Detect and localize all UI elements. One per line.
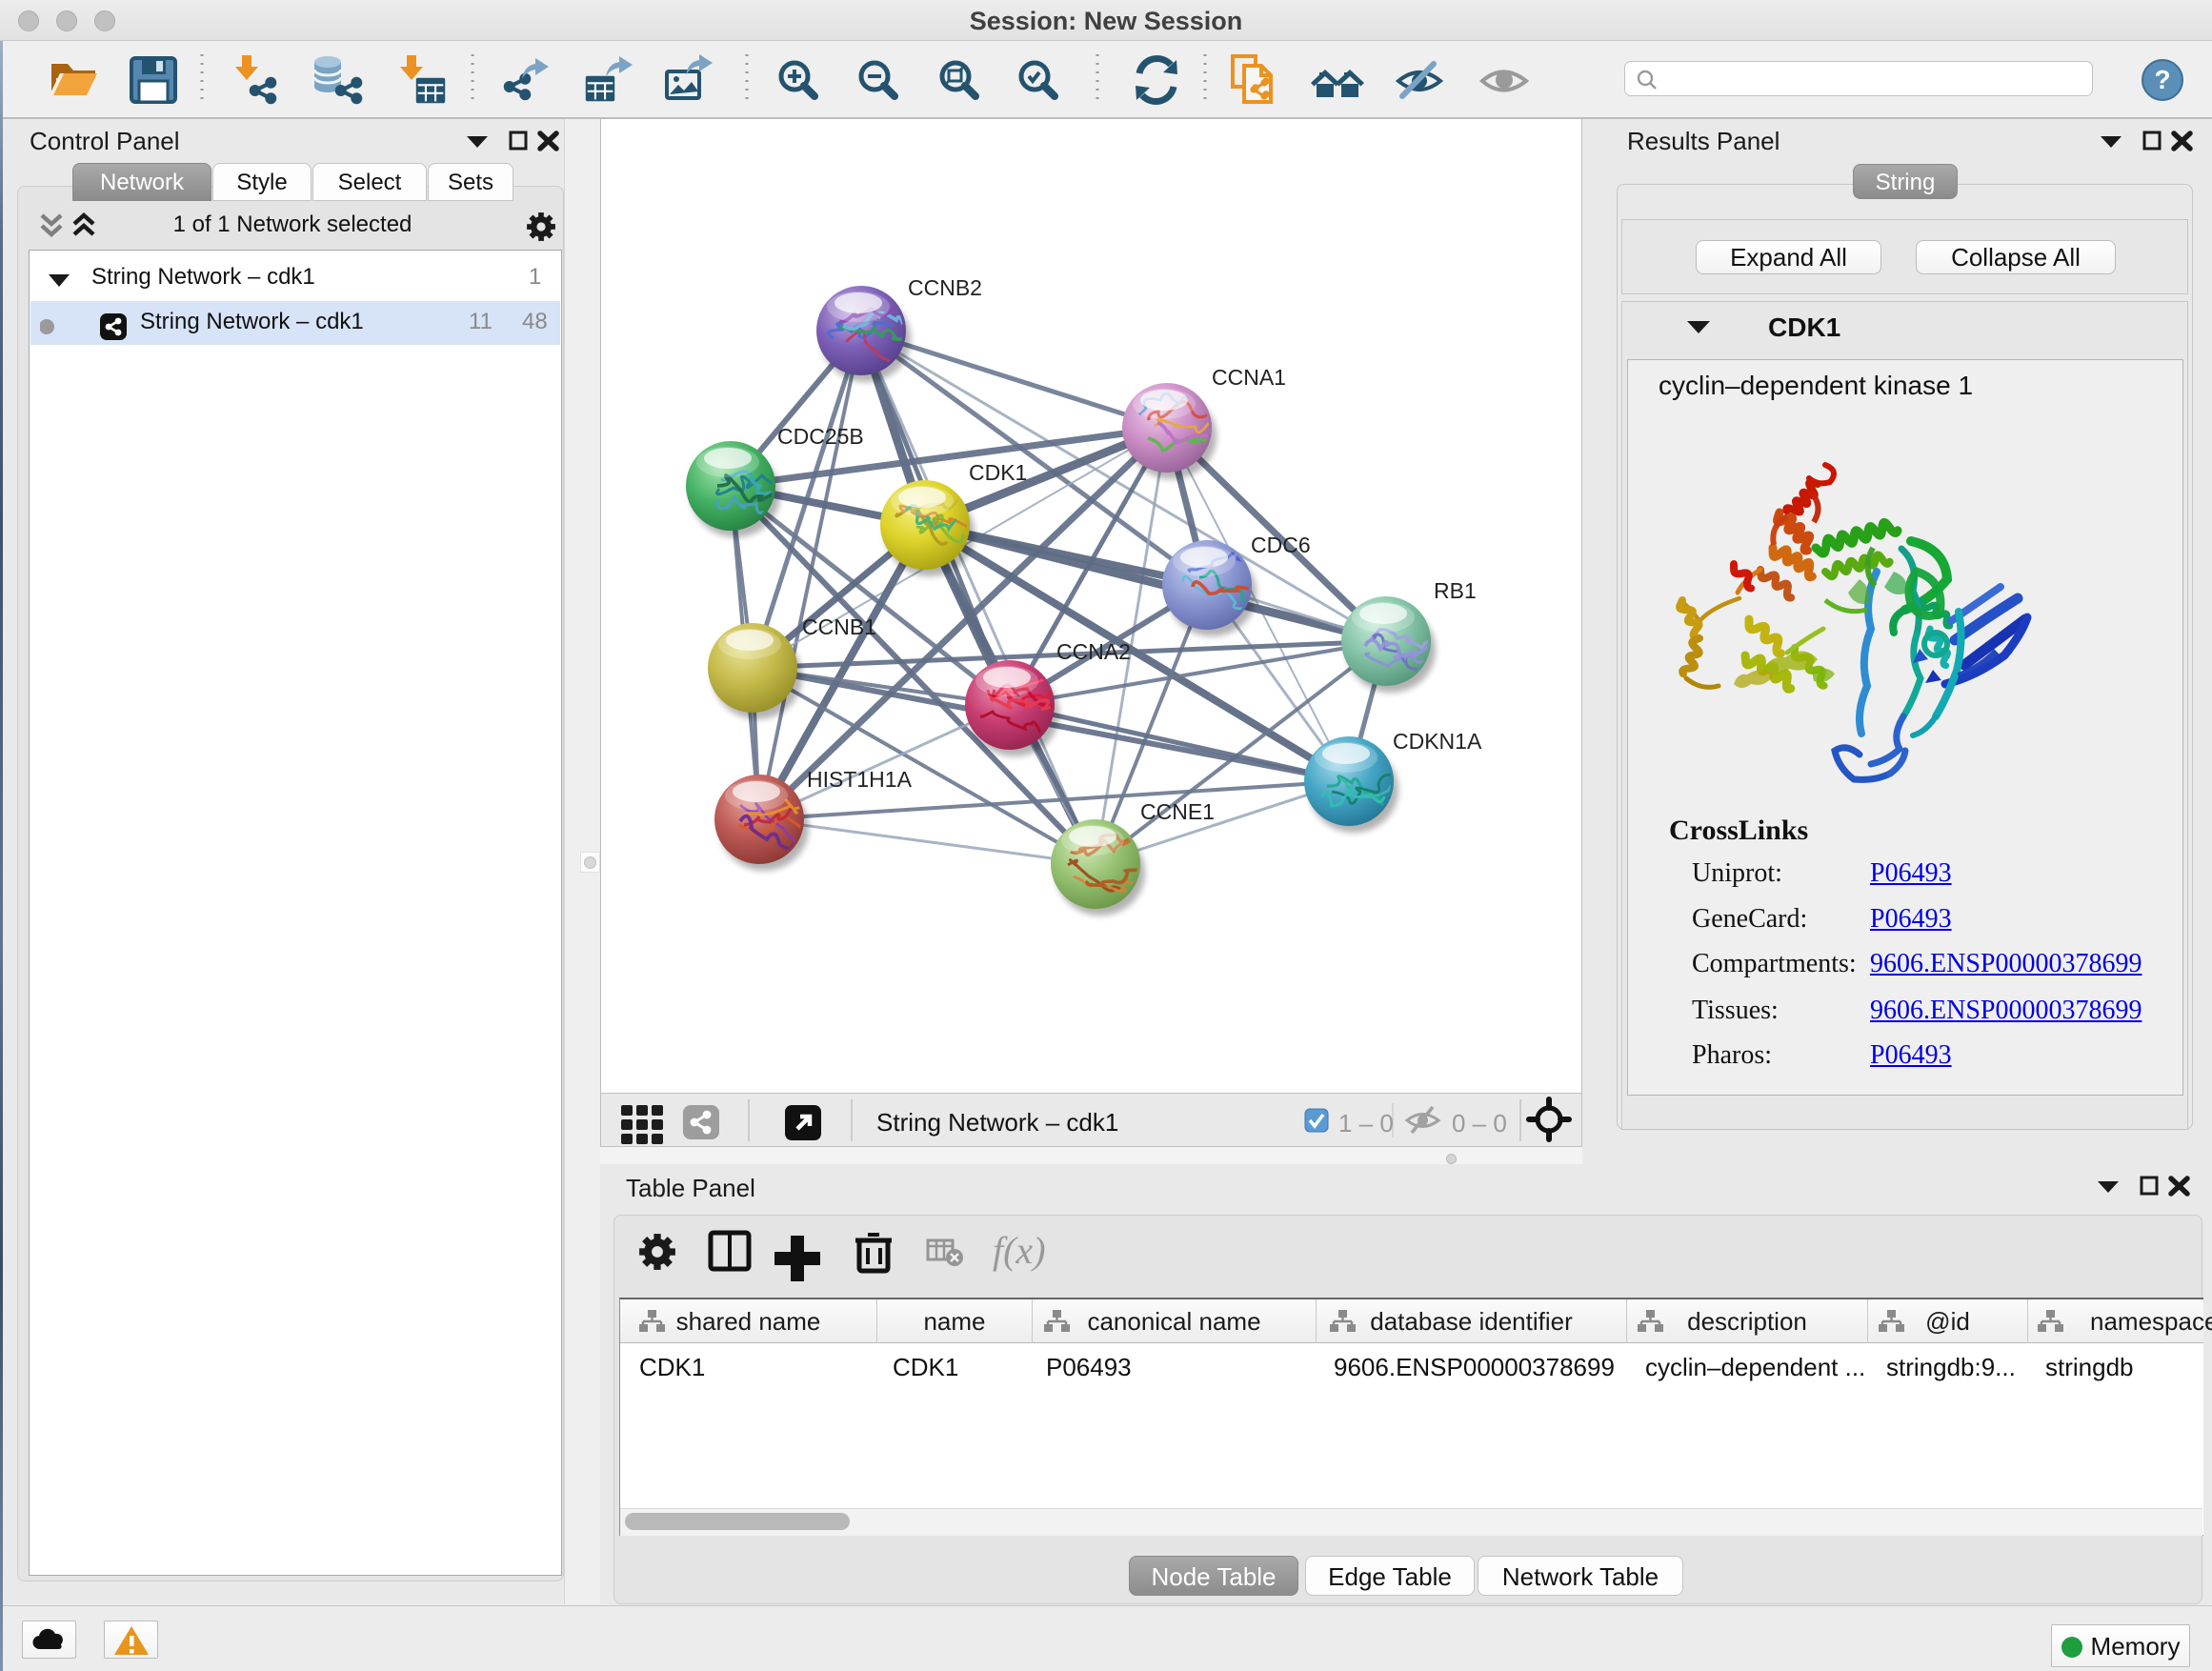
svg-text:CDC6: CDC6 <box>1251 533 1311 557</box>
svg-text:?: ? <box>2154 65 2170 94</box>
svg-text:HIST1H1A: HIST1H1A <box>807 767 913 792</box>
svg-text:f(x): f(x) <box>993 1229 1046 1272</box>
svg-text:CDC25B: CDC25B <box>777 424 864 449</box>
svg-text:CCNB2: CCNB2 <box>908 275 982 300</box>
svg-text:CDKN1A: CDKN1A <box>1393 729 1482 754</box>
svg-text:CCNA1: CCNA1 <box>1212 365 1286 390</box>
svg-text:RB1: RB1 <box>1434 578 1477 603</box>
svg-text:CCNE1: CCNE1 <box>1140 799 1215 824</box>
svg-text:CCNB1: CCNB1 <box>802 614 876 639</box>
svg-text:CDK1: CDK1 <box>969 460 1027 485</box>
svg-text:CCNA2: CCNA2 <box>1056 639 1131 664</box>
